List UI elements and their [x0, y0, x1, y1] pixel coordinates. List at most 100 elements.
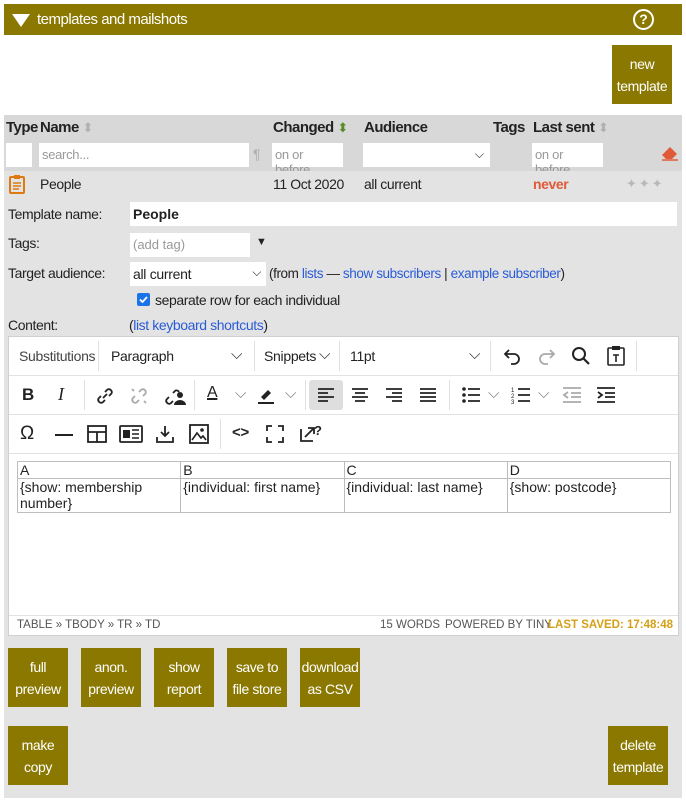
show-report-button[interactable]: show report [154, 648, 214, 707]
table-row[interactable]: {show: membership number} {individual: f… [16, 478, 672, 513]
text-color-icon[interactable]: A [207, 384, 218, 402]
table-cell[interactable]: D [506, 461, 672, 479]
chevron-down-icon[interactable]: ⌵ [285, 385, 296, 402]
snippets-select[interactable]: Snippets [264, 348, 316, 364]
sort-icon[interactable]: ⬍ [598, 120, 609, 135]
eraser-icon[interactable] [660, 143, 680, 161]
source-code-icon[interactable]: <> [232, 424, 249, 441]
chevron-down-icon[interactable]: ⌵ [319, 346, 330, 363]
fullscreen-icon[interactable] [266, 425, 284, 443]
full-preview-button[interactable]: full preview [8, 648, 68, 707]
download-csv-button[interactable]: download as CSV [300, 648, 360, 707]
sort-icon[interactable]: ⬍ [83, 120, 94, 135]
table-row[interactable]: A B C D [16, 461, 672, 479]
pilcrow-icon: ¶ [253, 146, 261, 162]
lists-link[interactable]: lists [302, 266, 324, 281]
table-cell[interactable]: A [16, 461, 182, 479]
outdent-icon[interactable] [562, 386, 582, 404]
sort-active-icon[interactable]: ⬍ [337, 120, 348, 135]
paste-text-icon[interactable] [606, 345, 626, 367]
template-name-input[interactable]: People [130, 202, 677, 226]
templates-table-header: Type Name ⬍ Changed ⬍ Audience Tags Last… [4, 115, 682, 177]
link-person-icon[interactable] [163, 385, 187, 407]
highlight-icon[interactable] [256, 385, 276, 405]
shortcuts-link-wrapper: (list keyboard shortcuts) [129, 317, 268, 333]
new-template-button[interactable]: new template [612, 45, 672, 104]
type-filter[interactable] [6, 143, 32, 167]
audience-filter-select[interactable]: ⌵ [363, 143, 490, 167]
indent-icon[interactable] [596, 386, 616, 404]
help-external-icon[interactable]: ? [299, 423, 325, 443]
bullet-list-icon[interactable] [461, 386, 481, 404]
insert-download-icon[interactable] [155, 424, 175, 444]
search-icon[interactable] [571, 346, 591, 366]
special-character-icon[interactable]: Ω [20, 423, 34, 445]
paragraph-select[interactable]: Paragraph [111, 348, 174, 364]
unlink-icon[interactable] [129, 386, 149, 406]
target-audience-value: all current [133, 266, 192, 282]
tags-dropdown-icon[interactable]: ▼ [256, 236, 267, 248]
numbered-list-icon[interactable]: 123 [511, 386, 531, 404]
show-subscribers-link[interactable]: show subscribers [343, 266, 441, 281]
chevron-down-icon[interactable]: ⌵ [488, 385, 499, 402]
horizontal-line-icon[interactable] [55, 434, 73, 436]
make-copy-button[interactable]: make copy [8, 726, 68, 785]
delete-template-button[interactable]: delete template [608, 726, 668, 785]
section-header[interactable]: templates and mailshots ? [4, 4, 682, 35]
pin-icons[interactable]: ✦✦✦ [626, 176, 665, 192]
pipe-text: | [440, 266, 451, 281]
link-icon[interactable] [95, 386, 115, 406]
table-cell[interactable]: C [343, 461, 508, 479]
align-center-icon[interactable] [351, 387, 369, 403]
italic-icon[interactable]: I [58, 384, 64, 405]
row-name[interactable]: People [40, 176, 82, 192]
keyboard-shortcuts-link[interactable]: list keyboard shortcuts [133, 317, 263, 333]
col-changed[interactable]: Changed ⬍ [273, 119, 348, 136]
collapse-triangle-icon[interactable] [12, 14, 30, 27]
changed-date-filter[interactable]: on or before. [272, 143, 343, 177]
close-paren: ) [560, 266, 565, 281]
element-path[interactable]: TABLE » TBODY » TR » TD [17, 619, 160, 631]
justify-icon[interactable] [419, 387, 437, 403]
bold-icon[interactable]: B [22, 385, 34, 405]
chevron-down-icon[interactable]: ⌵ [231, 346, 242, 363]
powered-by[interactable]: POWERED BY TINY [445, 619, 552, 631]
table-cell[interactable]: {show: postcode} [506, 478, 672, 513]
table-cell[interactable]: {show: membership number} [16, 478, 182, 513]
chevron-down-icon[interactable]: ⌵ [469, 346, 480, 363]
table-row[interactable]: People 11 Oct 2020 all current never ✦✦✦ [4, 171, 682, 198]
save-to-file-store-button[interactable]: save to file store [227, 648, 287, 707]
audience-links: (from lists — show subscribers | example… [269, 266, 565, 281]
table-cell[interactable]: {individual: last name} [343, 478, 508, 513]
undo-icon[interactable] [502, 346, 522, 366]
help-icon[interactable]: ? [633, 9, 654, 30]
word-count[interactable]: 15 WORDS [380, 619, 440, 631]
chevron-down-icon[interactable]: ⌵ [235, 385, 246, 402]
name-search-input[interactable]: search... [39, 143, 249, 167]
align-left-icon [318, 388, 334, 402]
col-name[interactable]: Name ⬍ [40, 119, 93, 136]
table-cell[interactable]: {individual: first name} [180, 478, 345, 513]
image-icon[interactable] [189, 424, 209, 444]
col-last-sent[interactable]: Last sent ⬍ [533, 119, 609, 136]
table-cell[interactable]: B [180, 461, 345, 479]
show-report-label-1: show [168, 658, 200, 675]
chevron-down-icon: ⌵ [474, 147, 484, 161]
align-right-icon[interactable] [385, 387, 403, 403]
example-subscriber-link[interactable]: example subscriber [451, 266, 561, 281]
toolbar-row-1: Substitutions Paragraph ⌵ Snippets ⌵ 11p… [9, 337, 678, 376]
target-audience-select[interactable]: all current ⌵ [130, 262, 266, 286]
font-size-select[interactable]: 11pt [350, 348, 375, 364]
anon-preview-button[interactable]: anon. preview [81, 648, 141, 707]
tag-input[interactable]: (add tag) [130, 233, 250, 257]
redo-icon[interactable] [537, 346, 557, 366]
separate-row-checkbox[interactable] [137, 293, 150, 306]
row-last-sent: never [533, 176, 569, 192]
document-table[interactable]: A B C D {show: membership number} {indiv… [16, 461, 672, 513]
template-card-icon[interactable] [119, 425, 143, 443]
last-sent-date-filter[interactable]: on or before. [532, 143, 603, 177]
chevron-down-icon[interactable]: ⌵ [538, 385, 549, 402]
align-left-button[interactable] [309, 380, 343, 410]
table-icon[interactable] [87, 425, 107, 443]
substitutions-menu[interactable]: Substitutions [19, 348, 96, 364]
